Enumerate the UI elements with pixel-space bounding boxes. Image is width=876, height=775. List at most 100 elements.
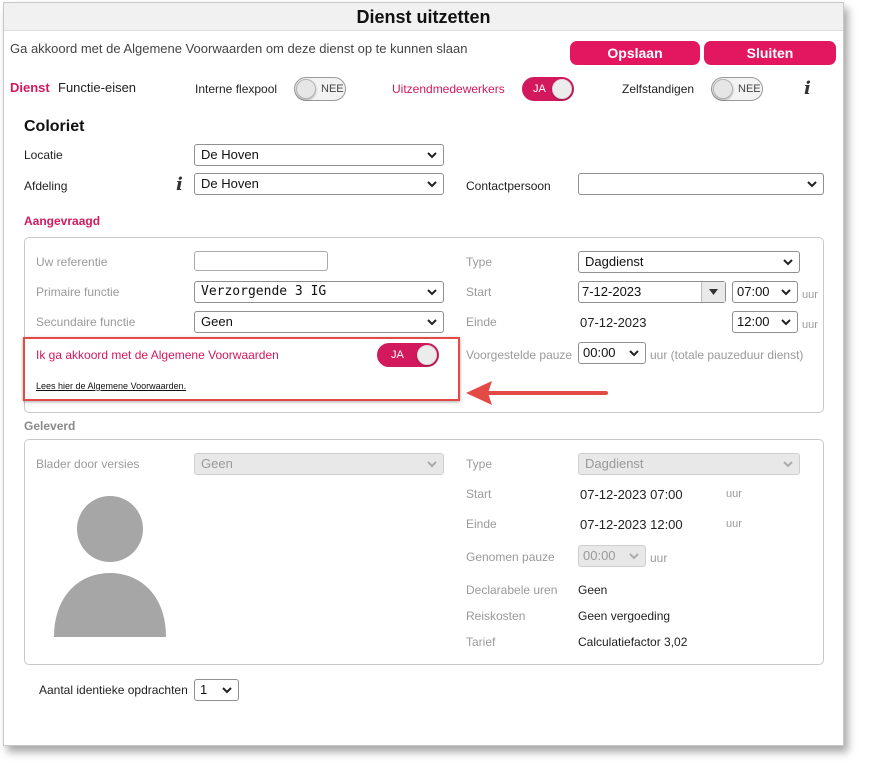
select-value: 00:00 [583, 345, 616, 360]
einde-time-select[interactable]: 12:00 [732, 311, 798, 333]
save-notice: Ga akkoord met de Algemene Voorwaarden o… [10, 41, 468, 56]
afdeling-select[interactable]: De Hoven [194, 173, 444, 195]
versies-select[interactable]: Geen [194, 453, 444, 475]
geleverd-type-select[interactable]: Dagdienst [578, 453, 800, 475]
aantal-select[interactable]: 1 [194, 679, 239, 701]
chevron-down-icon [781, 319, 791, 326]
toggle-value: NEE [738, 83, 761, 95]
start-date-picker[interactable]: 7-12-2023 [578, 281, 726, 303]
referentie-label: Uw referentie [36, 255, 108, 269]
genomen-pauze-select[interactable]: 00:00 [578, 545, 646, 567]
select-value: Geen [201, 456, 233, 471]
primaire-functie-select[interactable]: Verzorgende 3 IG [194, 281, 444, 303]
pauze-label: Voorgestelde pauze [466, 348, 573, 362]
dialog-title: Dienst uitzetten [4, 3, 843, 31]
start-label: Start [466, 285, 492, 299]
tarief-value: Calculatiefactor 3,02 [578, 635, 688, 649]
aantal-label: Aantal identieke opdrachten [39, 683, 188, 697]
client-name: Coloriet [24, 118, 85, 135]
chevron-down-icon [427, 181, 437, 188]
annotation-highlight-box [23, 337, 460, 401]
type-select[interactable]: Dagdienst [578, 251, 800, 273]
tab-dienst[interactable]: Dienst [10, 80, 50, 95]
tarief-label: Tarief [466, 635, 496, 649]
select-value: Geen [201, 314, 233, 329]
save-button[interactable]: Opslaan [570, 41, 700, 65]
date-value: 7-12-2023 [582, 284, 642, 299]
close-button[interactable]: Sluiten [704, 41, 836, 65]
select-value: 1 [200, 682, 208, 697]
geleverd-einde-value: 07-12-2023 12:00 [580, 517, 683, 532]
afdeling-label: Afdeling [24, 179, 68, 193]
genomen-pauze-label: Genomen pauze [466, 550, 555, 564]
contactpersoon-select[interactable] [578, 173, 824, 195]
zelfstandigen-toggle[interactable]: NEE [711, 77, 763, 101]
interne-flexpool-label: Interne flexpool [195, 82, 278, 96]
select-value: 12:00 [737, 314, 770, 329]
geleverd-type-label: Type [466, 457, 493, 471]
select-value: De Hoven [201, 147, 259, 162]
info-icon[interactable]: i [804, 80, 816, 98]
chevron-down-icon [783, 461, 793, 468]
geleverd-start-uur: uur [726, 488, 742, 500]
chevron-down-icon [783, 259, 793, 266]
tab-functie-eisen[interactable]: Functie-eisen [58, 80, 136, 95]
geleverd-start-value: 07-12-2023 07:00 [580, 487, 683, 502]
genomen-pauze-uur: uur [650, 551, 668, 565]
chevron-down-icon [222, 687, 232, 694]
chevron-down-icon [629, 350, 639, 357]
toggle-knob [713, 79, 733, 99]
primaire-functie-label: Primaire functie [36, 285, 120, 299]
select-value: De Hoven [201, 176, 259, 191]
annotation-arrow-icon [466, 381, 608, 405]
referentie-input[interactable] [194, 251, 328, 271]
toggle-knob [296, 79, 316, 99]
einde-label: Einde [466, 315, 497, 329]
einde-uur-label: uur [802, 319, 818, 331]
zelfstandigen-label: Zelfstandigen [622, 82, 695, 96]
declarabel-value: Geen [578, 583, 608, 597]
chevron-down-icon [629, 553, 639, 560]
toggle-value: NEE [321, 83, 344, 95]
chevron-down-icon [427, 289, 437, 296]
select-value: Dagdienst [585, 254, 644, 269]
locatie-label: Locatie [24, 148, 63, 162]
select-value: Dagdienst [585, 456, 644, 471]
type-label: Type [466, 255, 493, 269]
uitzendmedewerkers-label: Uitzendmedewerkers [392, 82, 505, 96]
toggle-value: JA [533, 83, 546, 95]
chevron-down-icon [427, 461, 437, 468]
dienst-dialog: Dienst uitzetten Ga akkoord met de Algem… [3, 2, 844, 746]
geleverd-einde-uur: uur [726, 518, 742, 530]
toggle-knob [552, 79, 572, 99]
locatie-select[interactable]: De Hoven [194, 144, 444, 166]
start-time-select[interactable]: 07:00 [732, 281, 798, 303]
einde-date: 07-12-2023 [580, 315, 647, 330]
secundaire-functie-select[interactable]: Geen [194, 311, 444, 333]
triangle-down-icon [709, 289, 718, 295]
select-value: Verzorgende 3 IG [201, 284, 327, 299]
start-uur-label: uur [802, 289, 818, 301]
reiskosten-label: Reiskosten [466, 609, 526, 623]
calendar-dropdown-button[interactable] [701, 282, 725, 302]
geleverd-einde-label: Einde [466, 517, 497, 531]
versies-label: Blader door versies [36, 457, 140, 471]
interne-flexpool-toggle[interactable]: NEE [294, 77, 346, 101]
pauze-select[interactable]: 00:00 [578, 342, 646, 364]
chevron-down-icon [807, 181, 817, 188]
select-value: 07:00 [737, 284, 770, 299]
info-icon[interactable]: i [176, 176, 188, 194]
chevron-down-icon [427, 152, 437, 159]
contactpersoon-label: Contactpersoon [466, 179, 551, 193]
aangevraagd-title: Aangevraagd [24, 214, 101, 228]
chevron-down-icon [781, 289, 791, 296]
geleverd-title: Geleverd [24, 419, 76, 433]
select-value: 00:00 [583, 548, 616, 563]
declarabel-label: Declarabele uren [466, 583, 558, 597]
chevron-down-icon [427, 319, 437, 326]
avatar-placeholder-icon [54, 496, 166, 637]
pauze-suffix: uur (totale pauzeduur dienst) [650, 348, 804, 362]
reiskosten-value: Geen vergoeding [578, 609, 671, 623]
uitzendmedewerkers-toggle[interactable]: JA [522, 77, 574, 101]
secundaire-functie-label: Secundaire functie [36, 315, 136, 329]
